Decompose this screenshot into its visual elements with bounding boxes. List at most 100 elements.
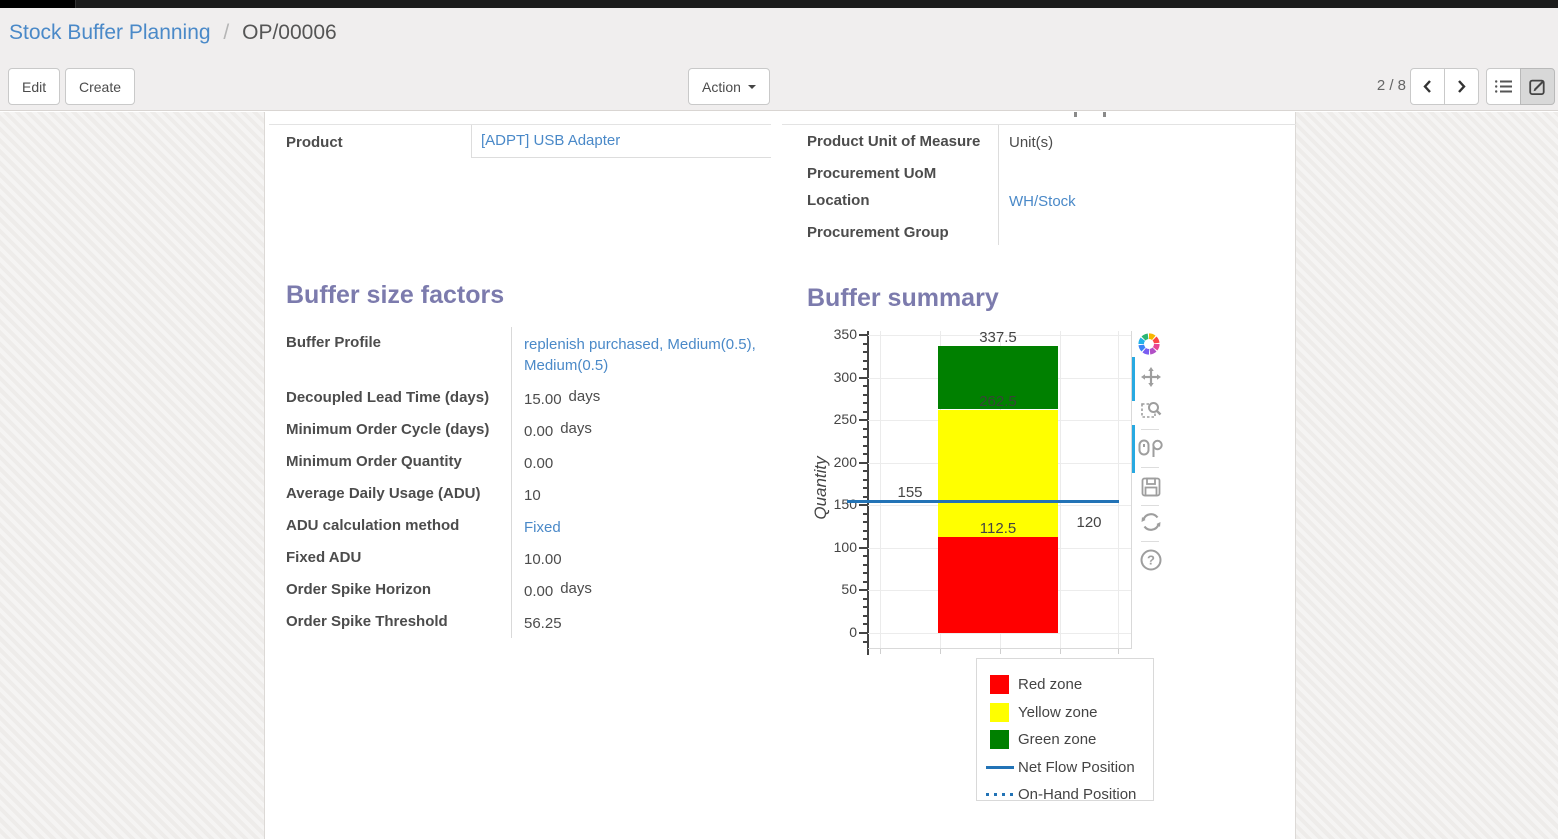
y-axis-tick	[859, 377, 867, 379]
factor-value-cell: 15.00days	[512, 382, 762, 414]
y-axis-tick	[863, 411, 867, 413]
y-axis-tick	[863, 436, 867, 438]
factor-value: 0.00	[524, 423, 553, 440]
y-tick-label: 200	[813, 454, 857, 472]
modebar-separator	[1141, 467, 1159, 468]
chart-annotation: 337.5	[938, 329, 1058, 346]
y-axis-tick	[863, 598, 867, 600]
action-dropdown-button[interactable]: Action	[688, 68, 770, 105]
y-axis-tick	[859, 419, 867, 421]
y-axis-tick	[863, 538, 867, 540]
y-axis-tick	[863, 394, 867, 396]
y-axis-tick	[863, 479, 867, 481]
y-axis-tick	[863, 428, 867, 430]
reset-axes-icon[interactable]	[1140, 511, 1162, 533]
factor-value-cell: 10.00	[512, 542, 762, 574]
legend-item[interactable]: On-Hand Position	[977, 785, 1153, 805]
create-button[interactable]: Create	[65, 68, 135, 105]
y-axis-tick	[863, 487, 867, 489]
breadcrumb-parent-link[interactable]: Stock Buffer Planning	[9, 21, 211, 44]
y-axis-tick	[863, 343, 867, 345]
compare-hover-icon[interactable]	[1138, 439, 1164, 459]
legend-label: Yellow zone	[1018, 704, 1098, 721]
chart-legend: Red zone Yellow zone Green zone Net Flow Po…	[976, 658, 1154, 801]
legend-swatch	[990, 675, 1009, 694]
action-label: Action	[702, 79, 741, 95]
list-view-button[interactable]	[1486, 68, 1521, 105]
save-icon[interactable]	[1141, 477, 1161, 497]
field-label-procurement-group: Procurement Group	[782, 216, 998, 245]
box-zoom-icon[interactable]	[1141, 399, 1162, 420]
pan-icon[interactable]	[1141, 367, 1161, 387]
y-tick-label: 300	[813, 369, 857, 387]
legend-item[interactable]: Red zone	[977, 675, 1153, 695]
factor-value-link[interactable]: Fixed	[524, 519, 561, 536]
legend-item[interactable]: Net Flow Position	[977, 758, 1153, 778]
factor-label: Buffer Profile	[286, 327, 512, 382]
legend-item[interactable]: Green zone	[977, 730, 1153, 750]
clipped-text-fragment	[1074, 112, 1077, 117]
form-view-icon	[1529, 78, 1547, 96]
zone-yellow	[938, 410, 1058, 538]
factor-unit: days	[569, 388, 601, 405]
factor-value-link[interactable]: replenish purchased, Medium(0.5), Medium…	[524, 336, 756, 374]
y-tick-label: 250	[813, 411, 857, 429]
legend-label: Green zone	[1018, 731, 1096, 748]
y-axis-tick	[863, 368, 867, 370]
x-axis-tick	[1000, 649, 1001, 654]
chart-annotation: 112.5	[938, 520, 1058, 537]
pager-prev-button[interactable]	[1410, 68, 1445, 105]
factor-label: Order Spike Horizon	[286, 574, 512, 606]
gridline-vertical	[1118, 331, 1119, 648]
legend-swatch	[986, 766, 1014, 769]
factor-value-cell: 10	[512, 478, 762, 510]
y-tick-label: 150	[813, 496, 857, 514]
factor-label: ADU calculation method	[286, 510, 512, 542]
field-label-product-uom: Product Unit of Measure	[782, 125, 998, 157]
y-axis-tick	[863, 453, 867, 455]
y-axis-tick	[863, 606, 867, 608]
chart-annotation: 262.5	[938, 393, 1058, 410]
plotly-logo-icon[interactable]	[1137, 332, 1161, 356]
form-view-button[interactable]	[1520, 68, 1555, 105]
factor-label: Decoupled Lead Time (days)	[286, 382, 512, 414]
chevron-down-icon	[748, 85, 756, 89]
field-label-location: Location	[782, 184, 998, 216]
help-icon[interactable]: ?	[1140, 549, 1162, 571]
legend-item[interactable]: Yellow zone	[977, 703, 1153, 723]
field-value-procurement-group	[998, 216, 1296, 245]
y-tick-label: 0	[813, 624, 857, 642]
chevron-right-icon	[1456, 79, 1467, 94]
section-title-buffer-summary: Buffer summary	[807, 284, 999, 313]
legend-label: On-Hand Position	[1018, 786, 1136, 803]
breadcrumb-current: OP/00006	[242, 21, 337, 44]
field-row: Minimum Order Quantity0.00	[286, 446, 766, 478]
product-link[interactable]: [ADPT] USB Adapter	[481, 132, 620, 149]
field-value-product-uom: Unit(s)	[998, 125, 1296, 157]
modebar-separator	[1141, 505, 1159, 506]
legend-swatch	[990, 730, 1009, 749]
field-row: Order Spike Threshold56.25	[286, 606, 766, 638]
svg-text:?: ?	[1147, 553, 1155, 568]
edit-button[interactable]: Edit	[8, 68, 60, 105]
pager-next-button[interactable]	[1444, 68, 1479, 105]
y-axis-tick	[859, 632, 867, 634]
y-axis-tick	[863, 641, 867, 643]
factor-unit: days	[560, 580, 592, 597]
y-axis-tick	[863, 470, 867, 472]
chart-annotation: 155	[882, 484, 938, 501]
modebar-separator	[1141, 429, 1159, 430]
location-link[interactable]: WH/Stock	[1009, 193, 1076, 210]
y-axis-tick	[859, 547, 867, 549]
factor-label: Order Spike Threshold	[286, 606, 512, 638]
y-axis-tick	[863, 360, 867, 362]
chevron-left-icon	[1422, 79, 1433, 94]
y-axis-tick	[863, 445, 867, 447]
y-axis-tick	[859, 589, 867, 591]
field-label-procurement-uom: Procurement UoM	[782, 157, 998, 184]
section-title-buffer-size-factors: Buffer size factors	[286, 281, 504, 310]
y-axis-tick	[863, 564, 867, 566]
pager-value[interactable]: 2 / 8	[1360, 77, 1406, 94]
y-axis-tick	[863, 385, 867, 387]
factor-label: Minimum Order Quantity	[286, 446, 512, 478]
